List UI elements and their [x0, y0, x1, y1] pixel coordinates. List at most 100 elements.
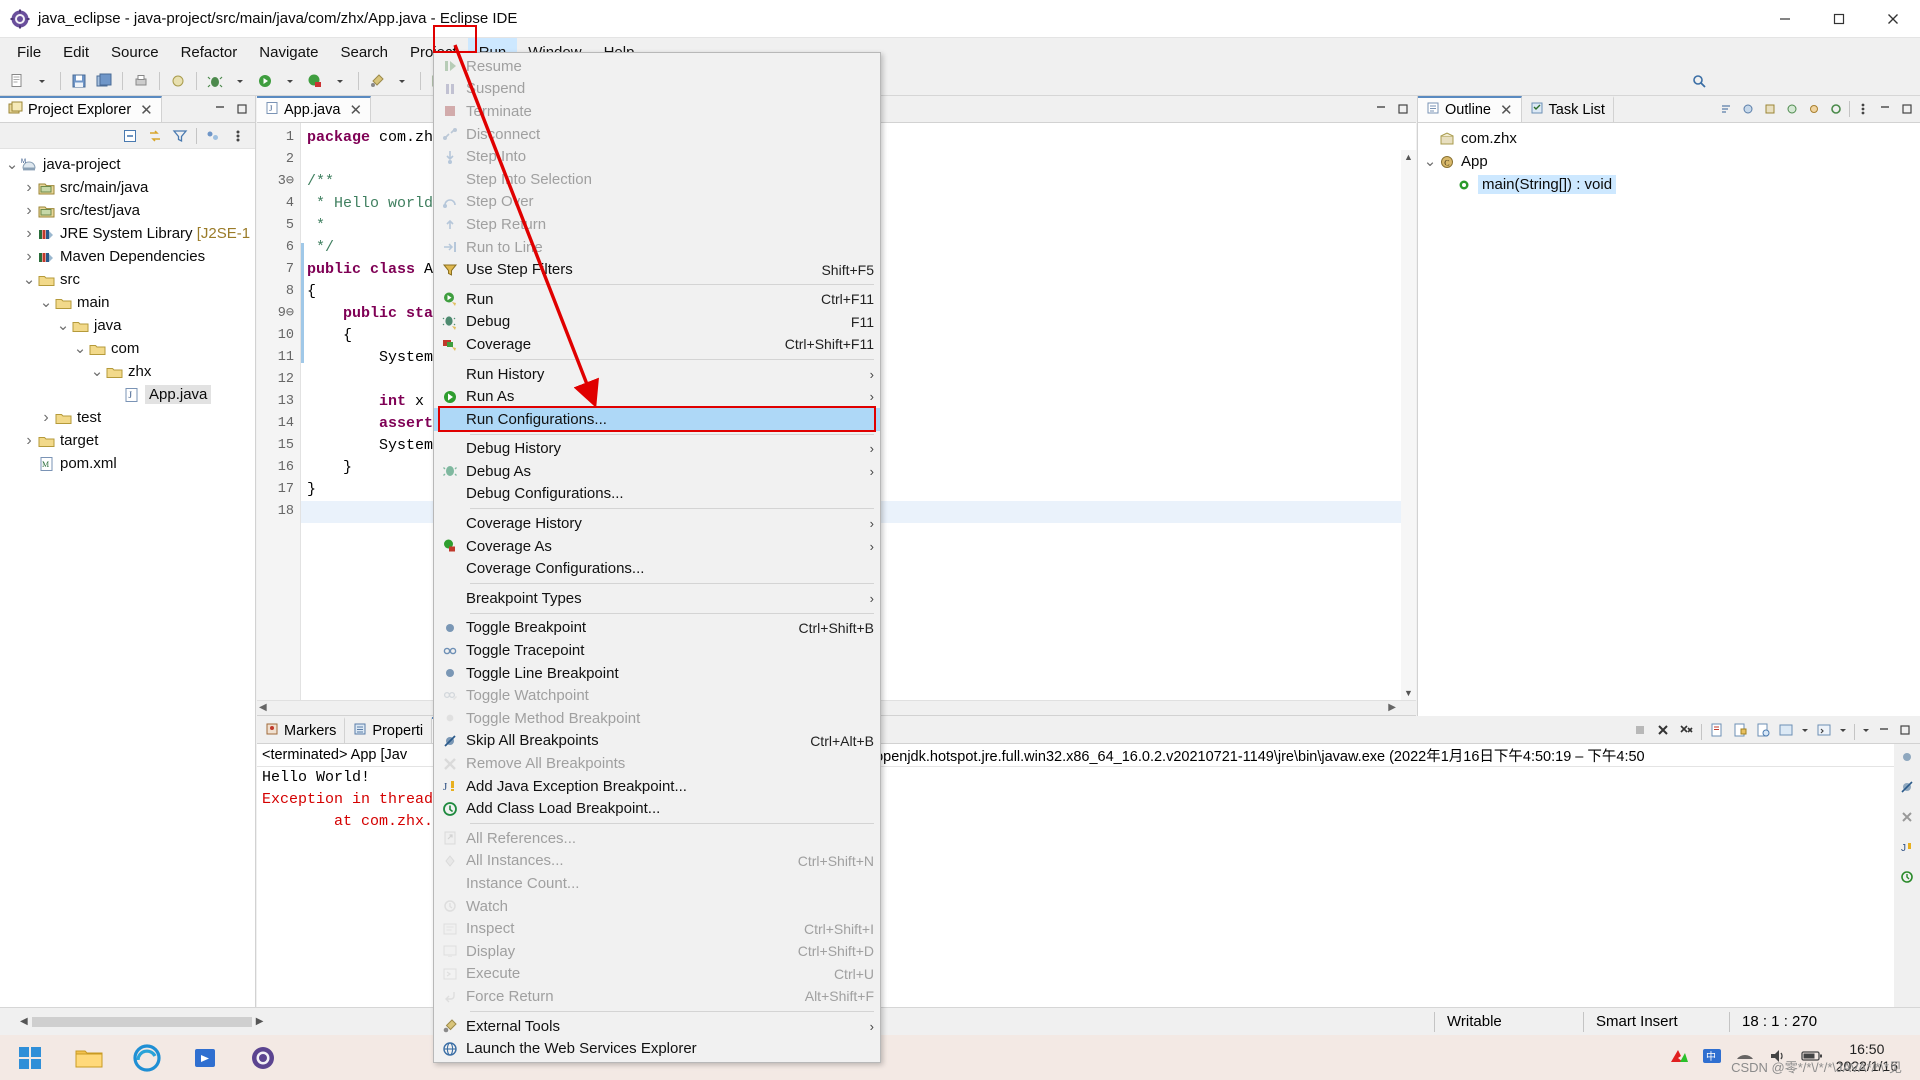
- scroll-lock-icon[interactable]: [1732, 722, 1748, 742]
- terminate-icon[interactable]: [1632, 722, 1648, 742]
- tree-item-java[interactable]: ⌄java: [0, 314, 255, 337]
- new-dropdown-button[interactable]: [31, 70, 53, 92]
- outline-item-com-zhx[interactable]: com.zhx: [1418, 127, 1920, 150]
- status-hscroll-left-icon[interactable]: ◀: [16, 1016, 32, 1027]
- tree-item-app-java[interactable]: JApp.java: [0, 383, 255, 406]
- menu-item-external-tools[interactable]: External Tools›: [434, 1015, 880, 1038]
- minimize-icon[interactable]: [1372, 100, 1390, 118]
- store-icon[interactable]: [176, 1035, 234, 1080]
- project-tree[interactable]: ⌄Mjava-project›src/main/java›src/test/ja…: [0, 149, 255, 475]
- maximize-icon[interactable]: [1394, 100, 1412, 118]
- chevron-down-icon[interactable]: ⌄: [1422, 157, 1438, 167]
- tree-item-target[interactable]: ›target: [0, 429, 255, 452]
- outline-item-app[interactable]: ⌄CApp: [1418, 150, 1920, 173]
- menu-item-run-configurations[interactable]: Run Configurations...: [434, 408, 880, 431]
- tree-item-test[interactable]: ›test: [0, 406, 255, 429]
- working-sets-icon[interactable]: [204, 127, 222, 145]
- menu-item-run[interactable]: RunCtrl+F11: [434, 288, 880, 311]
- menubar-navigate[interactable]: Navigate: [248, 38, 329, 66]
- save-button[interactable]: [68, 70, 90, 92]
- chevron-right-icon[interactable]: ›: [21, 225, 37, 243]
- chevron-down-icon[interactable]: ⌄: [21, 275, 37, 285]
- tree-item-java-project[interactable]: ⌄Mjava-project: [0, 153, 255, 176]
- tree-item-zhx[interactable]: ⌄zhx: [0, 360, 255, 383]
- minimize-icon[interactable]: [1876, 100, 1894, 118]
- chevron-right-icon[interactable]: ›: [38, 409, 54, 427]
- tray-app-icon[interactable]: [1669, 1047, 1689, 1068]
- chevron-right-icon[interactable]: ›: [21, 248, 37, 266]
- menu-item-coverage-history[interactable]: Coverage History›: [434, 512, 880, 535]
- eclipse-taskbar-icon[interactable]: [234, 1035, 292, 1080]
- menu-item-use-step-filters[interactable]: Use Step FiltersShift+F5: [434, 258, 880, 281]
- start-button[interactable]: [0, 1035, 60, 1080]
- menu-item-debug-as[interactable]: Debug As›: [434, 460, 880, 483]
- status-hscroll-right-icon[interactable]: ▶: [252, 1016, 268, 1027]
- outline-tree[interactable]: com.zhx⌄CAppmain(String[]) : void: [1418, 123, 1920, 196]
- menu-item-run-history[interactable]: Run History›: [434, 363, 880, 386]
- link-with-editor-icon[interactable]: [146, 127, 164, 145]
- run-dropdown-button[interactable]: [279, 70, 301, 92]
- chevron-down-icon[interactable]: ⌄: [55, 321, 71, 331]
- chevron-right-icon[interactable]: ›: [21, 432, 37, 450]
- menu-item-debug[interactable]: DebugF11: [434, 311, 880, 334]
- run-toolbar-button[interactable]: [254, 70, 276, 92]
- close-icon[interactable]: ✕: [349, 101, 362, 119]
- chevron-right-icon[interactable]: ›: [21, 179, 37, 197]
- menu-item-skip-all-breakpoints[interactable]: Skip All BreakpointsCtrl+Alt+B: [434, 730, 880, 753]
- remove-all-launches-icon[interactable]: [1678, 722, 1694, 742]
- java-exception-breakpoint-icon[interactable]: J: [1900, 840, 1914, 858]
- close-button[interactable]: [1866, 0, 1920, 38]
- tab-app-java[interactable]: J App.java ✕: [257, 96, 371, 122]
- external-tools-button[interactable]: [366, 70, 388, 92]
- minimize-icon[interactable]: [1877, 723, 1891, 741]
- view-menu-icon[interactable]: [1854, 100, 1872, 118]
- menubar-source[interactable]: Source: [100, 38, 170, 66]
- maximize-button[interactable]: [1812, 0, 1866, 38]
- file-explorer-icon[interactable]: [60, 1035, 118, 1080]
- hide-nonpublic-icon[interactable]: [1783, 100, 1801, 118]
- tray-ime-icon[interactable]: 中: [1702, 1047, 1722, 1068]
- debug-toolbar-button[interactable]: [204, 70, 226, 92]
- quick-access-button[interactable]: [167, 70, 189, 92]
- tree-item-main[interactable]: ⌄main: [0, 291, 255, 314]
- hide-fields-icon[interactable]: [1739, 100, 1757, 118]
- class-load-breakpoint-icon[interactable]: [1900, 870, 1914, 888]
- tree-item-pom-xml[interactable]: Mpom.xml: [0, 452, 255, 475]
- minimize-button[interactable]: [1758, 0, 1812, 38]
- menu-item-add-class-load-breakpoint[interactable]: Add Class Load Breakpoint...: [434, 797, 880, 820]
- quick-search-icon[interactable]: [1688, 70, 1710, 92]
- close-icon[interactable]: ✕: [140, 101, 153, 119]
- pin-console-icon[interactable]: [1755, 722, 1771, 742]
- console-tab-markers[interactable]: Markers: [257, 717, 345, 743]
- tree-item-src[interactable]: ⌄src: [0, 268, 255, 291]
- focus-icon[interactable]: [1827, 100, 1845, 118]
- maximize-icon[interactable]: [233, 100, 251, 118]
- remove-breakpoints-icon[interactable]: [1900, 810, 1914, 828]
- outline-item-main-string-void[interactable]: main(String[]) : void: [1418, 173, 1920, 196]
- chevron-right-icon[interactable]: ›: [21, 202, 37, 220]
- open-console-dropdown-icon[interactable]: [1839, 722, 1847, 742]
- chevron-down-icon[interactable]: ⌄: [4, 160, 20, 170]
- run-menu-dropdown[interactable]: ResumeSuspendTerminateDisconnectStep Int…: [433, 52, 881, 1063]
- view-menu-icon[interactable]: [229, 127, 247, 145]
- save-all-button[interactable]: [93, 70, 115, 92]
- outline-body[interactable]: com.zhx⌄CAppmain(String[]) : void: [1418, 123, 1920, 716]
- coverage-toolbar-button[interactable]: [304, 70, 326, 92]
- menu-item-debug-history[interactable]: Debug History›: [434, 438, 880, 461]
- tree-item-maven-dependencies[interactable]: ›Maven Dependencies: [0, 245, 255, 268]
- coverage-dropdown-button[interactable]: [329, 70, 351, 92]
- menu-item-run-as[interactable]: Run As›: [434, 385, 880, 408]
- close-icon[interactable]: ✕: [1500, 101, 1513, 119]
- menu-item-coverage-as[interactable]: Coverage As›: [434, 535, 880, 558]
- tree-item-src-main-java[interactable]: ›src/main/java: [0, 176, 255, 199]
- debug-dropdown-button[interactable]: [229, 70, 251, 92]
- menu-item-toggle-breakpoint[interactable]: Toggle BreakpointCtrl+Shift+B: [434, 617, 880, 640]
- menu-item-add-java-exception-breakpoint[interactable]: JAdd Java Exception Breakpoint...: [434, 775, 880, 798]
- tab-project-explorer[interactable]: Project Explorer ✕: [0, 96, 162, 122]
- external-tools-dropdown-button[interactable]: [391, 70, 413, 92]
- menu-item-coverage[interactable]: CoverageCtrl+Shift+F11: [434, 333, 880, 356]
- menu-item-toggle-line-breakpoint[interactable]: Toggle Line Breakpoint: [434, 662, 880, 685]
- tree-item-com[interactable]: ⌄com: [0, 337, 255, 360]
- minimize-icon[interactable]: [211, 100, 229, 118]
- chevron-down-icon[interactable]: ⌄: [38, 298, 54, 308]
